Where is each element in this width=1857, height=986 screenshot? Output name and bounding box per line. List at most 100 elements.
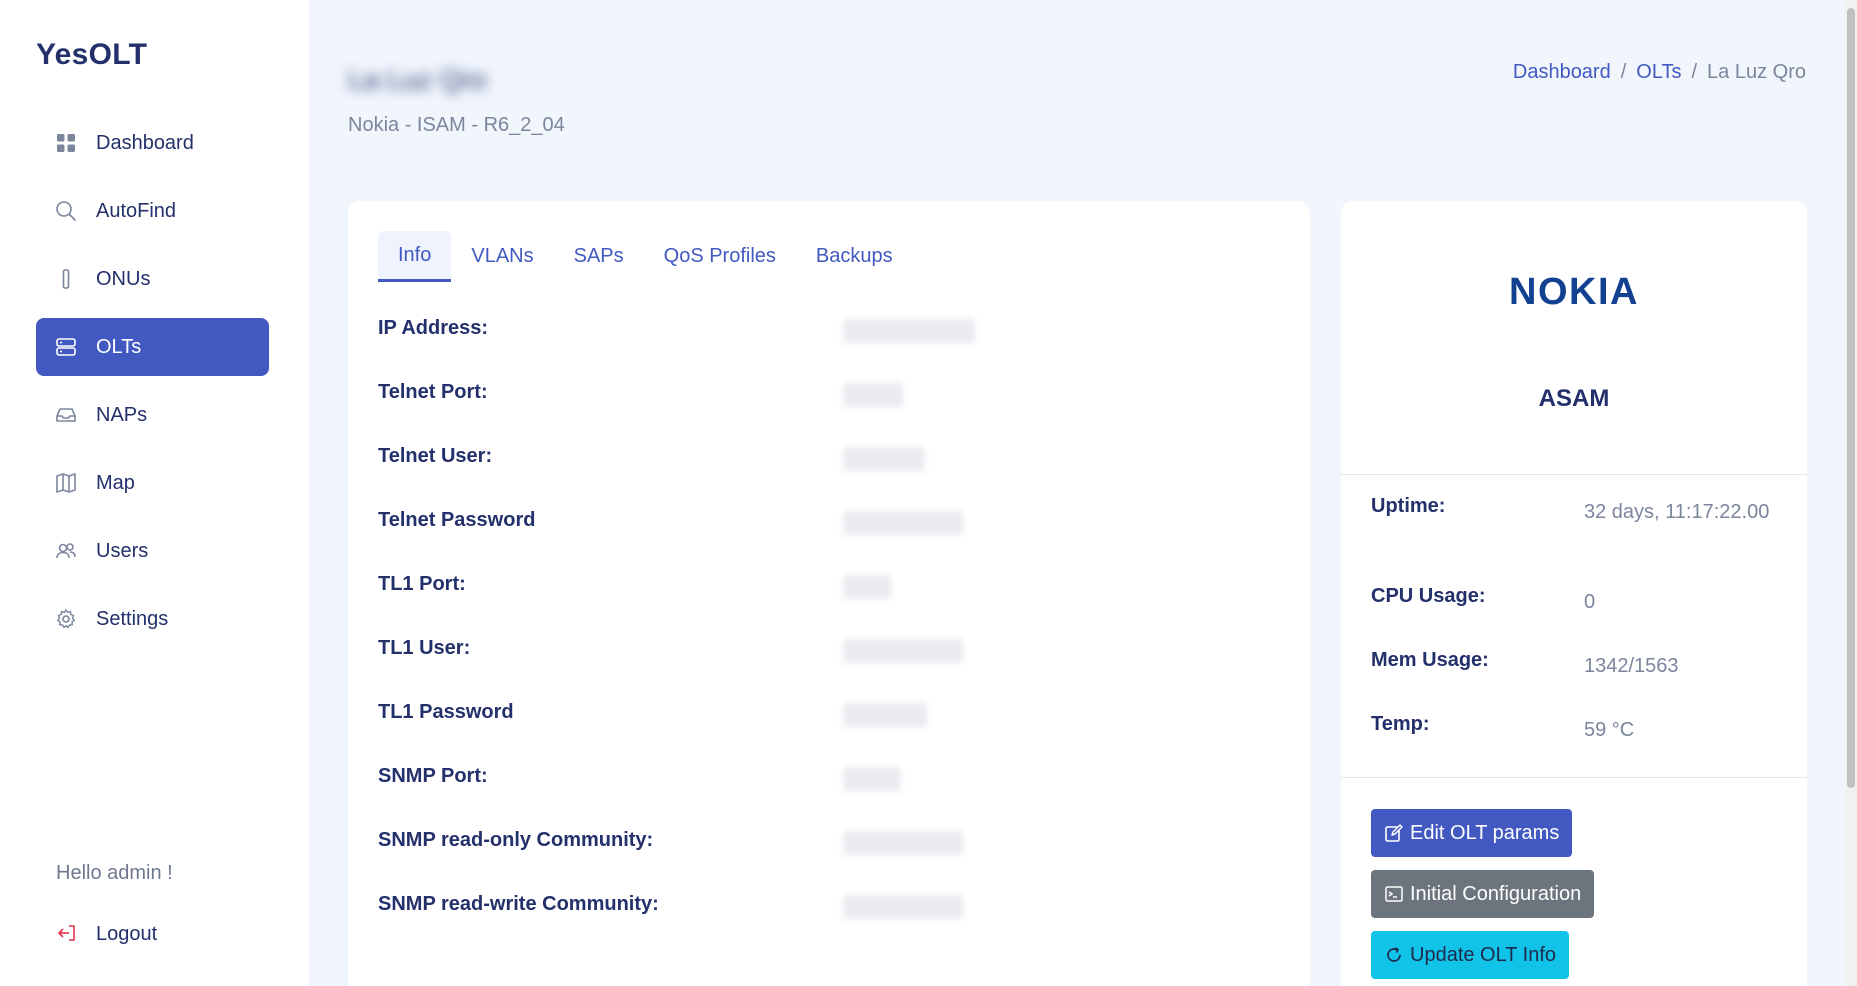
sidebar-item-label: Map [96,471,135,494]
inbox-icon [54,403,78,427]
initial-configuration-button[interactable]: Initial Configuration [1371,870,1595,918]
button-label: Initial Configuration [1410,882,1582,905]
sidebar: YesOLT Dashboard AutoFind ONUs OLTs NAPs… [0,0,309,986]
vendor-logo-text: NOKIA [1509,273,1639,307]
tab-info[interactable]: Info [378,231,452,282]
info-row: Telnet Port: [378,373,1278,437]
divider [1341,474,1807,475]
sidebar-item-label: ONUs [96,267,151,290]
page-scrollbar[interactable] [1845,0,1857,986]
map-icon [54,471,78,495]
info-row: TL1 Port: [378,565,1278,629]
tab-vlans[interactable]: VLANs [451,231,553,282]
users-icon [54,539,78,563]
stat-value: 1342/1563 [1584,655,1679,677]
info-list: IP Address: Telnet Port: Telnet User: Te… [378,309,1278,949]
redacted-value [843,319,975,343]
update-olt-info-button[interactable]: Update OLT Info [1371,931,1570,979]
redacted-value [843,703,927,727]
stat-value: 59 °C [1584,719,1635,741]
stat-value: 0 [1584,591,1596,613]
stat-label: Mem Usage: [1371,649,1489,671]
divider [1341,777,1807,778]
redacted-value [843,831,963,855]
sidebar-item-map[interactable]: Map [36,454,269,512]
sidebar-item-autofind[interactable]: AutoFind [36,182,269,240]
vendor-logo: NOKIA [1341,273,1807,307]
terminal-icon [1384,884,1404,904]
tab-saps[interactable]: SAPs [554,231,644,282]
gear-icon [54,607,78,631]
stat-cpu: CPU Usage: 0 [1371,585,1781,649]
redacted-value [843,895,963,919]
olt-subtitle: Nokia - ISAM - R6_2_04 [348,114,565,136]
sidebar-nav: Dashboard AutoFind ONUs OLTs NAPs Map Us… [36,114,269,658]
redacted-value [843,767,901,791]
scrollbar-thumb[interactable] [1847,8,1855,788]
redacted-value [843,511,963,535]
brand-logo[interactable]: YesOLT [36,38,147,72]
tab-backups[interactable]: Backups [796,231,913,282]
olt-info-card: Info VLANs SAPs QoS Profiles Backups IP … [348,201,1310,986]
refresh-icon [1384,945,1404,965]
breadcrumb-current: La Luz Qro [1707,61,1806,83]
info-label: TL1 Password [378,701,514,723]
stat-value: 32 days, 11:17:22.00 [1584,501,1770,523]
redacted-value [843,447,925,471]
olt-stats: Uptime: 32 days, 11:17:22.00 CPU Usage: … [1371,495,1781,777]
sidebar-item-dashboard[interactable]: Dashboard [36,114,269,172]
sidebar-item-olts[interactable]: OLTs [36,318,269,376]
edit-icon [1384,823,1404,843]
info-label: Telnet Port: [378,381,488,403]
breadcrumb-separator: / [1620,61,1627,83]
info-label: SNMP Port: [378,765,488,787]
tab-qos-profiles[interactable]: QoS Profiles [644,231,796,282]
info-row: Telnet User: [378,437,1278,501]
sidebar-item-users[interactable]: Users [36,522,269,580]
breadcrumb: Dashboard / OLTs / La Luz Qro [1513,61,1806,84]
sidebar-item-naps[interactable]: NAPs [36,386,269,444]
info-label: TL1 Port: [378,573,466,595]
info-row: TL1 Password [378,693,1278,757]
stat-temp: Temp: 59 °C [1371,713,1781,777]
info-label: SNMP read-only Community: [378,829,654,851]
breadcrumb-dashboard[interactable]: Dashboard [1513,61,1611,84]
sidebar-item-label: AutoFind [96,199,177,222]
info-label: Telnet Password [378,509,536,531]
logout-button[interactable]: Logout [56,922,157,946]
redacted-value [843,639,963,663]
edit-olt-params-button[interactable]: Edit OLT params [1371,809,1573,857]
stat-label: Temp: [1371,713,1430,735]
button-label: Update OLT Info [1410,943,1557,966]
redacted-value [843,575,891,599]
olt-status-card: NOKIA ASAM Uptime: 32 days, 11:17:22.00 … [1341,201,1807,986]
sidebar-item-label: NAPs [96,403,148,426]
server-icon [54,335,78,359]
tabs: Info VLANs SAPs QoS Profiles Backups [378,231,913,282]
info-row: Telnet Password [378,501,1278,565]
stat-label: Uptime: [1371,495,1446,517]
logout-icon [56,922,80,946]
sidebar-item-label: OLTs [96,335,142,358]
stat-label: CPU Usage: [1371,585,1486,607]
search-icon [54,199,78,223]
page-title: La Luz Qro [348,62,528,96]
info-row: IP Address: [378,309,1278,373]
info-row: SNMP Port: [378,757,1278,821]
greeting-text: Hello admin ! [56,862,173,884]
sidebar-item-onus[interactable]: ONUs [36,250,269,308]
button-label: Edit OLT params [1410,821,1560,844]
page-title-text: La Luz Qro [348,64,487,95]
sidebar-item-label: Dashboard [96,131,194,154]
info-label: TL1 User: [378,637,471,659]
stat-uptime: Uptime: 32 days, 11:17:22.00 [1371,495,1781,585]
olt-model: ASAM [1538,385,1610,412]
info-label: Telnet User: [378,445,493,467]
stat-mem: Mem Usage: 1342/1563 [1371,649,1781,713]
sidebar-item-settings[interactable]: Settings [36,590,269,648]
redacted-value [843,383,903,407]
logout-label: Logout [96,922,158,945]
info-row: SNMP read-write Community: [378,885,1278,949]
breadcrumb-olts[interactable]: OLTs [1636,61,1681,84]
sidebar-item-label: Users [96,539,149,562]
